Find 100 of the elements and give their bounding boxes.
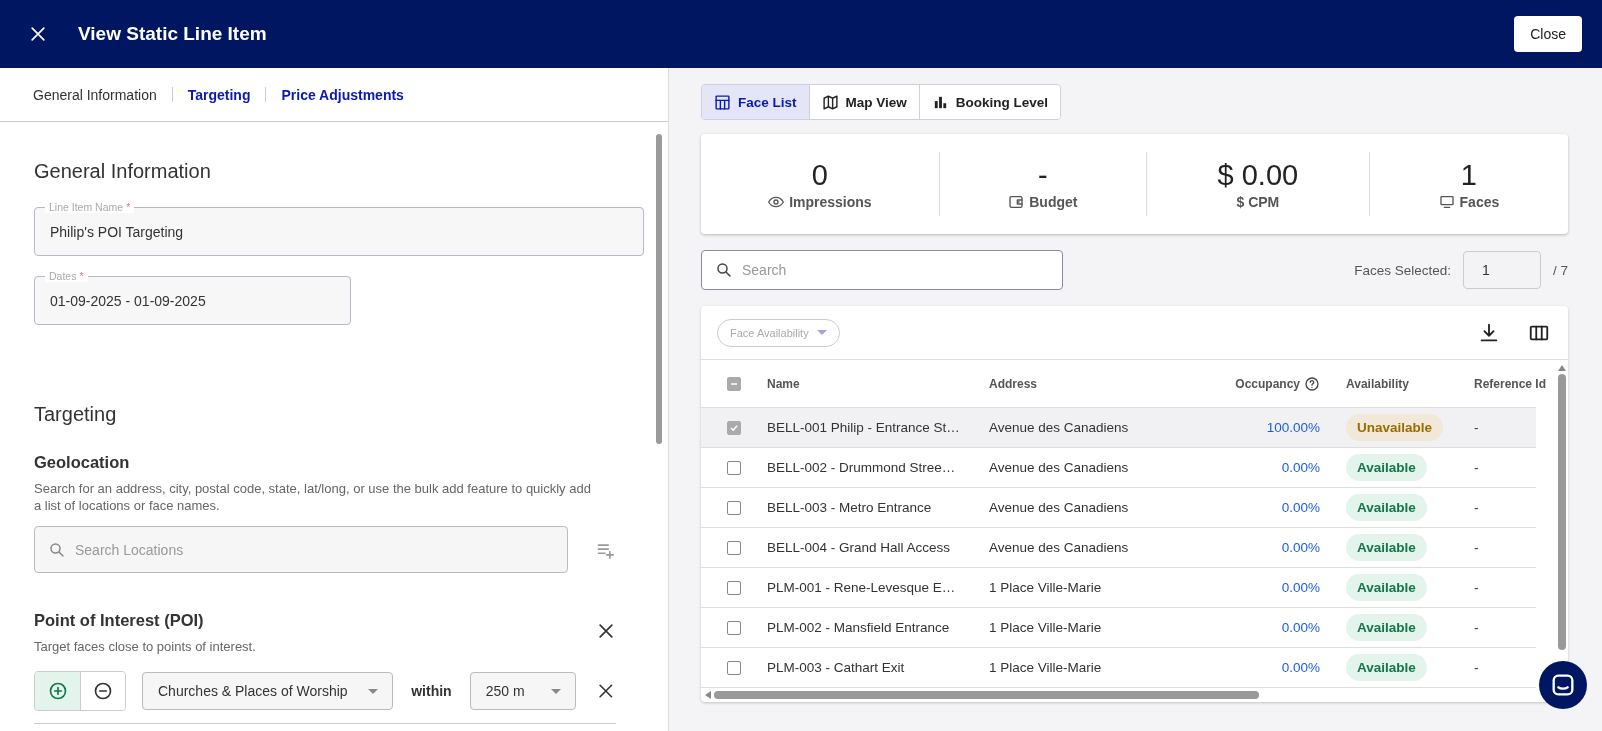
- table-cell-text: -: [1474, 460, 1480, 475]
- monitor-icon: [1438, 194, 1455, 210]
- table-cell-text: 0.00%: [1280, 460, 1321, 475]
- table-cell-text: -: [1474, 540, 1480, 555]
- description-text: Search for an address, city, postal code, state, lat/long, or use the bulk add feature to quickly add a list of locations or face names.: [34, 480, 592, 514]
- table-cell-text: Avenue des Canadiens: [989, 540, 1130, 555]
- table-row[interactable]: BELL-001 Philip - Entrance St… Avenue des Canadiens 100.00% Unavailable -: [701, 408, 1536, 448]
- within-label: within: [411, 683, 452, 699]
- table-cell-text: BELL-004 - Grand Hall Access: [767, 540, 952, 555]
- search-icon: [715, 261, 733, 279]
- eye-icon: [768, 194, 785, 210]
- table-cell-text: -: [1474, 620, 1480, 635]
- table-cell-text: Avenue des Canadiens: [989, 460, 1130, 475]
- section-tab[interactable]: Targeting: [187, 86, 251, 103]
- add-circle-button[interactable]: [35, 672, 80, 710]
- window-title: View Static Line Item: [78, 23, 268, 45]
- table-cell-text: BELL-003 - Metro Entrance: [767, 500, 933, 515]
- table-cell-text: 1 Place Ville-Marie: [989, 580, 1103, 595]
- column-header[interactable]: Occupancy: [1235, 376, 1300, 391]
- status-badge: Unavailable: [1346, 414, 1444, 441]
- stat-value: 1: [1460, 158, 1477, 192]
- table-cell-text: BELL-001 Philip - Entrance St…: [767, 420, 961, 435]
- column-header[interactable]: Name: [767, 376, 800, 391]
- section-tab[interactable]: General Information: [33, 86, 157, 103]
- view-tab[interactable]: Map View: [808, 85, 919, 119]
- status-badge: Available: [1346, 574, 1427, 601]
- row-checkbox[interactable]: [727, 660, 741, 675]
- status-badge: Available: [1346, 454, 1427, 481]
- help-icon[interactable]: [1304, 375, 1320, 392]
- table-cell-text: PLM-001 - Rene-Levesque E…: [767, 580, 957, 595]
- description-text: Target faces close to points of interest.: [34, 638, 256, 655]
- table-cell-text: -: [1474, 420, 1480, 435]
- category-dropdown[interactable]: Churches & Places of Worship: [142, 672, 394, 710]
- column-header[interactable]: Address: [989, 376, 1038, 391]
- row-checkbox[interactable]: [727, 460, 741, 475]
- table-cell-text: -: [1474, 500, 1480, 515]
- caret-icon: [368, 688, 379, 694]
- table-cell-text: 0.00%: [1280, 660, 1321, 675]
- caret-icon: [551, 688, 562, 694]
- row-checkbox[interactable]: [727, 540, 741, 555]
- section-tab[interactable]: Price Adjustments: [281, 86, 404, 103]
- table-cell-text: Avenue des Canadiens: [989, 420, 1130, 435]
- table-cell-text: 1 Place Ville-Marie: [989, 620, 1103, 635]
- table-row[interactable]: BELL-002 - Drummond Stree… Avenue des Canadiens 0.00% Available -: [701, 448, 1536, 488]
- table-cell-text: -: [1474, 580, 1480, 595]
- subsection-heading: Point of Interest (POI): [34, 611, 205, 630]
- row-checkbox[interactable]: [727, 500, 741, 515]
- distance-dropdown[interactable]: 250 m: [469, 672, 577, 710]
- faces-selected-field[interactable]: 1: [1463, 251, 1541, 289]
- search-field[interactable]: Search Locations: [34, 526, 569, 573]
- stat-label: $ CPM: [1236, 194, 1280, 210]
- status-badge: Available: [1346, 614, 1427, 641]
- section-heading: General Information: [34, 160, 212, 183]
- close-icon[interactable]: [28, 24, 48, 44]
- table-row[interactable]: BELL-003 - Metro Entrance Avenue des Canadiens 0.00% Available -: [701, 488, 1536, 528]
- map-icon: [821, 93, 839, 111]
- status-badge: Available: [1346, 654, 1427, 681]
- faces-selected-label: Faces Selected:: [1354, 262, 1451, 278]
- row-checkbox[interactable]: [727, 420, 741, 435]
- stat-value: $ 0.00: [1217, 158, 1299, 192]
- table-cell-text: 100.00%: [1265, 420, 1321, 435]
- search-field[interactable]: Search: [701, 250, 1063, 290]
- stat-value: 0: [811, 158, 828, 192]
- table-cell-text: PLM-002 - Mansfield Entrance: [767, 620, 951, 635]
- view-tab[interactable]: Face List: [702, 85, 809, 119]
- close-button[interactable]: Close: [1514, 16, 1582, 52]
- remove-circle-button[interactable]: [80, 672, 125, 710]
- section-heading: Targeting: [34, 403, 118, 426]
- stat-value: -: [1038, 158, 1048, 192]
- row-checkbox[interactable]: [727, 580, 741, 595]
- plus-circle-icon: [47, 681, 68, 701]
- download-icon[interactable]: [1478, 321, 1500, 344]
- stat-label: Impressions: [789, 194, 872, 210]
- minus-circle-icon: [93, 681, 113, 701]
- table-cell-text: PLM-003 - Cathart Exit: [767, 660, 906, 675]
- select-all-checkbox[interactable]: [727, 376, 741, 391]
- caret-icon: [816, 330, 827, 335]
- stat-label: Faces: [1459, 194, 1500, 210]
- view-tab[interactable]: Booking Level: [918, 85, 1061, 119]
- table-cell-text: -: [1474, 660, 1480, 675]
- wallet-icon: [1008, 194, 1025, 210]
- table-cell-text: 0.00%: [1280, 500, 1321, 515]
- stat-label: Budget: [1029, 194, 1078, 210]
- column-header[interactable]: Availability: [1346, 376, 1409, 391]
- table-cell-text: 0.00%: [1280, 620, 1321, 635]
- subsection-heading: Geolocation: [34, 453, 131, 472]
- close-icon[interactable]: [596, 621, 616, 641]
- table-cell-text: BELL-002 - Drummond Stree…: [767, 460, 957, 475]
- table-row[interactable]: BELL-004 - Grand Hall Access Avenue des Canadiens 0.00% Available -: [701, 528, 1536, 568]
- status-badge: Available: [1346, 534, 1427, 561]
- table-row[interactable]: PLM-003 - Cathart Exit 1 Place Ville-Marie 0.00% Available -: [701, 648, 1536, 688]
- table-cell-text: Avenue des Canadiens: [989, 500, 1130, 515]
- table-row[interactable]: PLM-001 - Rene-Levesque E… 1 Place Ville-Marie 0.00% Available -: [701, 568, 1536, 608]
- row-checkbox[interactable]: [727, 620, 741, 635]
- table-cell-text: 0.00%: [1280, 580, 1321, 595]
- table-icon: [714, 93, 731, 111]
- column-header[interactable]: Reference Id: [1474, 376, 1547, 391]
- table-cell-text: 1 Place Ville-Marie: [989, 660, 1103, 675]
- status-badge: Available: [1346, 494, 1427, 521]
- table-row[interactable]: PLM-002 - Mansfield Entrance 1 Place Ville-Marie 0.00% Available -: [701, 608, 1536, 648]
